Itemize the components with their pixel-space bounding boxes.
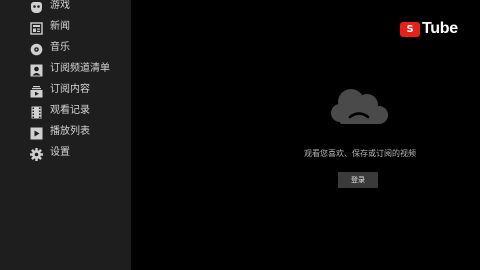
logo-badge: S <box>400 21 420 37</box>
app-logo: S Tube <box>400 20 458 38</box>
sidebar-item-label: 订阅频道清单 <box>50 63 110 74</box>
sidebar-item-label: 观看记录 <box>50 105 90 116</box>
logo-text: Tube <box>422 20 458 37</box>
playlist-icon <box>30 127 43 140</box>
sidebar-item-label: 新闻 <box>50 21 70 32</box>
music-icon <box>30 43 43 56</box>
empty-state-message: 观看您喜欢、保存或订阅的视频 <box>304 149 416 158</box>
subscription-feed-icon <box>30 86 43 98</box>
sidebar-item-music[interactable]: 音乐 <box>0 40 131 61</box>
sidebar-item-label: 音乐 <box>50 42 70 53</box>
sad-cloud-icon <box>331 89 388 124</box>
login-button[interactable]: 登录 <box>338 172 378 188</box>
sidebar: 游戏 新闻 音乐 订阅频道清单 订阅内容 观看记录 播放列表 设置 <box>0 0 131 270</box>
sidebar-item-settings[interactable]: 设置 <box>0 145 131 166</box>
sidebar-item-subscription-feed[interactable]: 订阅内容 <box>0 82 131 103</box>
sidebar-item-games[interactable]: 游戏 <box>0 0 131 19</box>
games-icon <box>31 2 42 13</box>
sidebar-item-playlist[interactable]: 播放列表 <box>0 124 131 145</box>
sidebar-item-label: 游戏 <box>50 0 70 11</box>
sidebar-item-history[interactable]: 观看记录 <box>0 103 131 124</box>
sidebar-item-label: 播放列表 <box>50 126 90 137</box>
sidebar-item-label: 设置 <box>50 147 70 158</box>
sidebar-item-news[interactable]: 新闻 <box>0 19 131 40</box>
sidebar-item-label: 订阅内容 <box>50 84 90 95</box>
sidebar-item-subscriptions-list[interactable]: 订阅频道清单 <box>0 61 131 82</box>
gear-icon <box>30 148 43 161</box>
news-icon <box>30 22 43 35</box>
main-content <box>131 0 480 270</box>
subscriptions-list-icon <box>30 64 43 77</box>
history-icon <box>31 106 42 119</box>
